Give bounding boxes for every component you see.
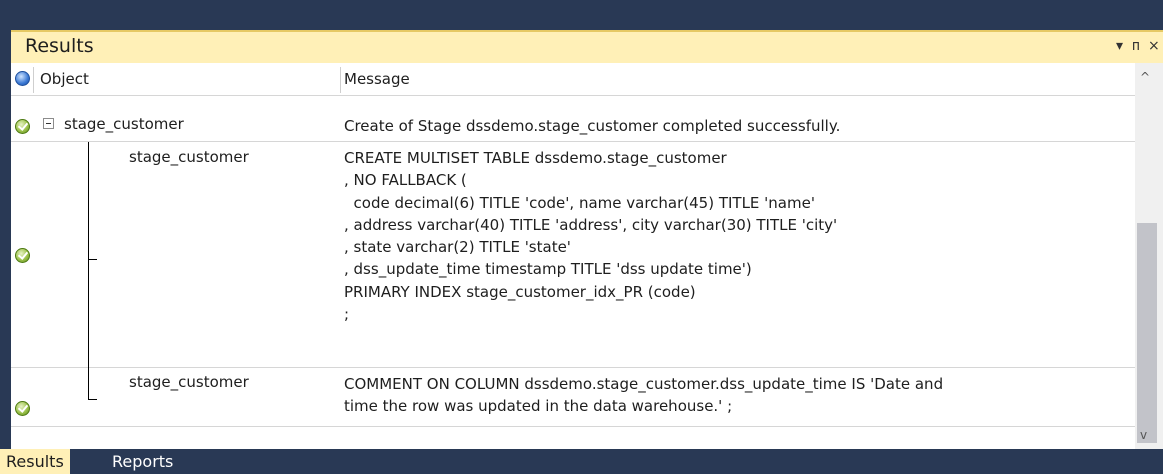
tree-line [88, 142, 89, 399]
table-row[interactable]: stage_customer CREATE MULTISET TABLE dss… [11, 142, 1135, 368]
row-object: stage_customer [129, 148, 249, 166]
tab-reports[interactable]: Reports [106, 449, 179, 474]
column-header-message[interactable]: Message [344, 63, 410, 95]
results-panel: Results ▾ ᴨ × Object Message stage_custo… [11, 30, 1163, 449]
collapse-icon[interactable] [43, 118, 54, 129]
row-message: Create of Stage dssdemo.stage_customer c… [344, 117, 841, 135]
table-row[interactable]: stage_customer COMMENT ON COLUMN dssdemo… [11, 368, 1135, 427]
tree-line [88, 399, 97, 400]
grid-header: Object Message [11, 63, 1135, 96]
tab-results[interactable]: Results [0, 449, 70, 474]
row-message: COMMENT ON COLUMN dssdemo.stage_customer… [344, 375, 944, 416]
success-icon [15, 248, 30, 263]
row-message: CREATE MULTISET TABLE dssdemo.stage_cust… [344, 149, 838, 324]
tree-line [88, 259, 97, 260]
row-object: stage_customer [129, 373, 249, 391]
scroll-down-icon[interactable]: v [1140, 428, 1147, 442]
pin-icon[interactable]: ᴨ [1132, 39, 1140, 53]
dropdown-icon[interactable]: ▾ [1116, 39, 1123, 53]
column-header-object[interactable]: Object [40, 63, 89, 95]
panel-titlebar: Results ▾ ᴨ × [11, 30, 1163, 63]
row-object: stage_customer [64, 115, 184, 133]
panel-title: Results [25, 35, 94, 57]
bottom-tab-bar: Results Reports [0, 449, 1163, 474]
table-row[interactable]: stage_customer Create of Stage dssdemo.s… [11, 110, 1135, 142]
info-icon[interactable] [15, 71, 30, 86]
success-icon [15, 401, 30, 416]
close-icon[interactable]: × [1148, 39, 1160, 53]
scrollbar-thumb[interactable] [1137, 223, 1157, 443]
scroll-up-icon[interactable]: ^ [1140, 70, 1150, 84]
success-icon [15, 119, 30, 134]
